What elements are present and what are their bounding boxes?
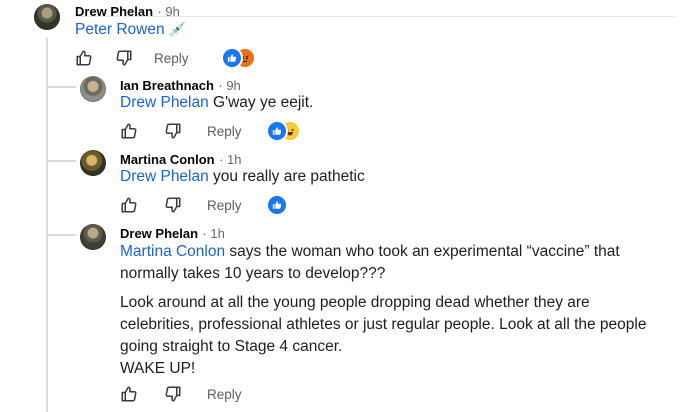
thumbs-up-icon[interactable] — [119, 384, 139, 404]
thumbs-down-icon[interactable] — [163, 121, 183, 141]
thumbs-up-icon[interactable] — [119, 121, 139, 141]
like-reaction-icon — [266, 194, 288, 216]
like-reaction-icon — [266, 120, 288, 142]
comment-time[interactable]: · 9h — [218, 78, 240, 93]
avatar[interactable] — [80, 224, 106, 250]
mention-link[interactable]: Drew Phelan — [120, 94, 209, 111]
thumbs-down-icon[interactable] — [163, 195, 183, 215]
comment-text: you really are pathetic — [208, 168, 365, 185]
like-reaction-icon — [221, 47, 243, 69]
comment-body: Drew Phelan G'way ye eejit. — [120, 92, 313, 114]
reaction-summary[interactable] — [266, 194, 288, 216]
reply-button[interactable]: Reply — [207, 124, 242, 139]
comment-actions: Reply — [119, 195, 242, 215]
comment-author[interactable]: Drew Phelan — [75, 4, 153, 19]
thread-line-main — [46, 38, 48, 412]
avatar[interactable] — [80, 150, 106, 176]
comment-time[interactable]: · 1h — [202, 226, 224, 241]
comment-body: Drew Phelan you really are pathetic — [120, 166, 365, 188]
comment-text: says the woman who took an experimental … — [225, 243, 620, 260]
avatar[interactable] — [34, 4, 60, 30]
comment-time[interactable]: · 9h — [157, 4, 179, 19]
comment-author[interactable]: Drew Phelan — [120, 226, 198, 241]
reaction-summary[interactable] — [266, 120, 306, 142]
thread-line-connector-3 — [46, 234, 76, 236]
mention-link[interactable]: Martina Conlon — [120, 243, 225, 260]
comment-body: Peter Rowen 💉 — [75, 18, 186, 41]
thumbs-down-icon[interactable] — [114, 48, 134, 68]
thread-line-connector-1 — [46, 86, 76, 88]
comment-text: G'way ye eejit. — [208, 94, 314, 111]
comment-actions: Reply — [119, 384, 242, 404]
avatar[interactable] — [80, 76, 106, 102]
reply-button[interactable]: Reply — [154, 51, 189, 66]
mention-link[interactable]: Peter Rowen — [75, 21, 165, 38]
thumbs-up-icon[interactable] — [74, 48, 94, 68]
comment-text: Look around at all the young people drop… — [120, 294, 590, 311]
comment-actions: Reply — [74, 48, 189, 68]
comment-text: going straight to Stage 4 cancer. — [120, 338, 343, 355]
comment-text: normally takes 10 years to develop??? — [120, 265, 386, 282]
reaction-summary[interactable] — [221, 47, 261, 69]
comment-body: Martina Conlon says the woman who took a… — [120, 241, 646, 380]
thread-line-connector-2 — [46, 160, 76, 162]
comment-actions: Reply — [119, 121, 242, 141]
comment-author[interactable]: Ian Breathnach — [120, 78, 214, 93]
comment-text: WAKE UP! — [120, 360, 196, 377]
comment-time[interactable]: · 1h — [219, 152, 241, 167]
thumbs-down-icon[interactable] — [163, 384, 183, 404]
syringe-emoji: 💉 — [168, 21, 187, 37]
comment-author[interactable]: Martina Conlon — [120, 152, 215, 167]
reply-button[interactable]: Reply — [207, 387, 242, 402]
reply-button[interactable]: Reply — [207, 198, 242, 213]
comment-text: celebrities, professional athletes or ju… — [120, 316, 647, 333]
thumbs-up-icon[interactable] — [119, 195, 139, 215]
mention-link[interactable]: Drew Phelan — [120, 168, 209, 185]
